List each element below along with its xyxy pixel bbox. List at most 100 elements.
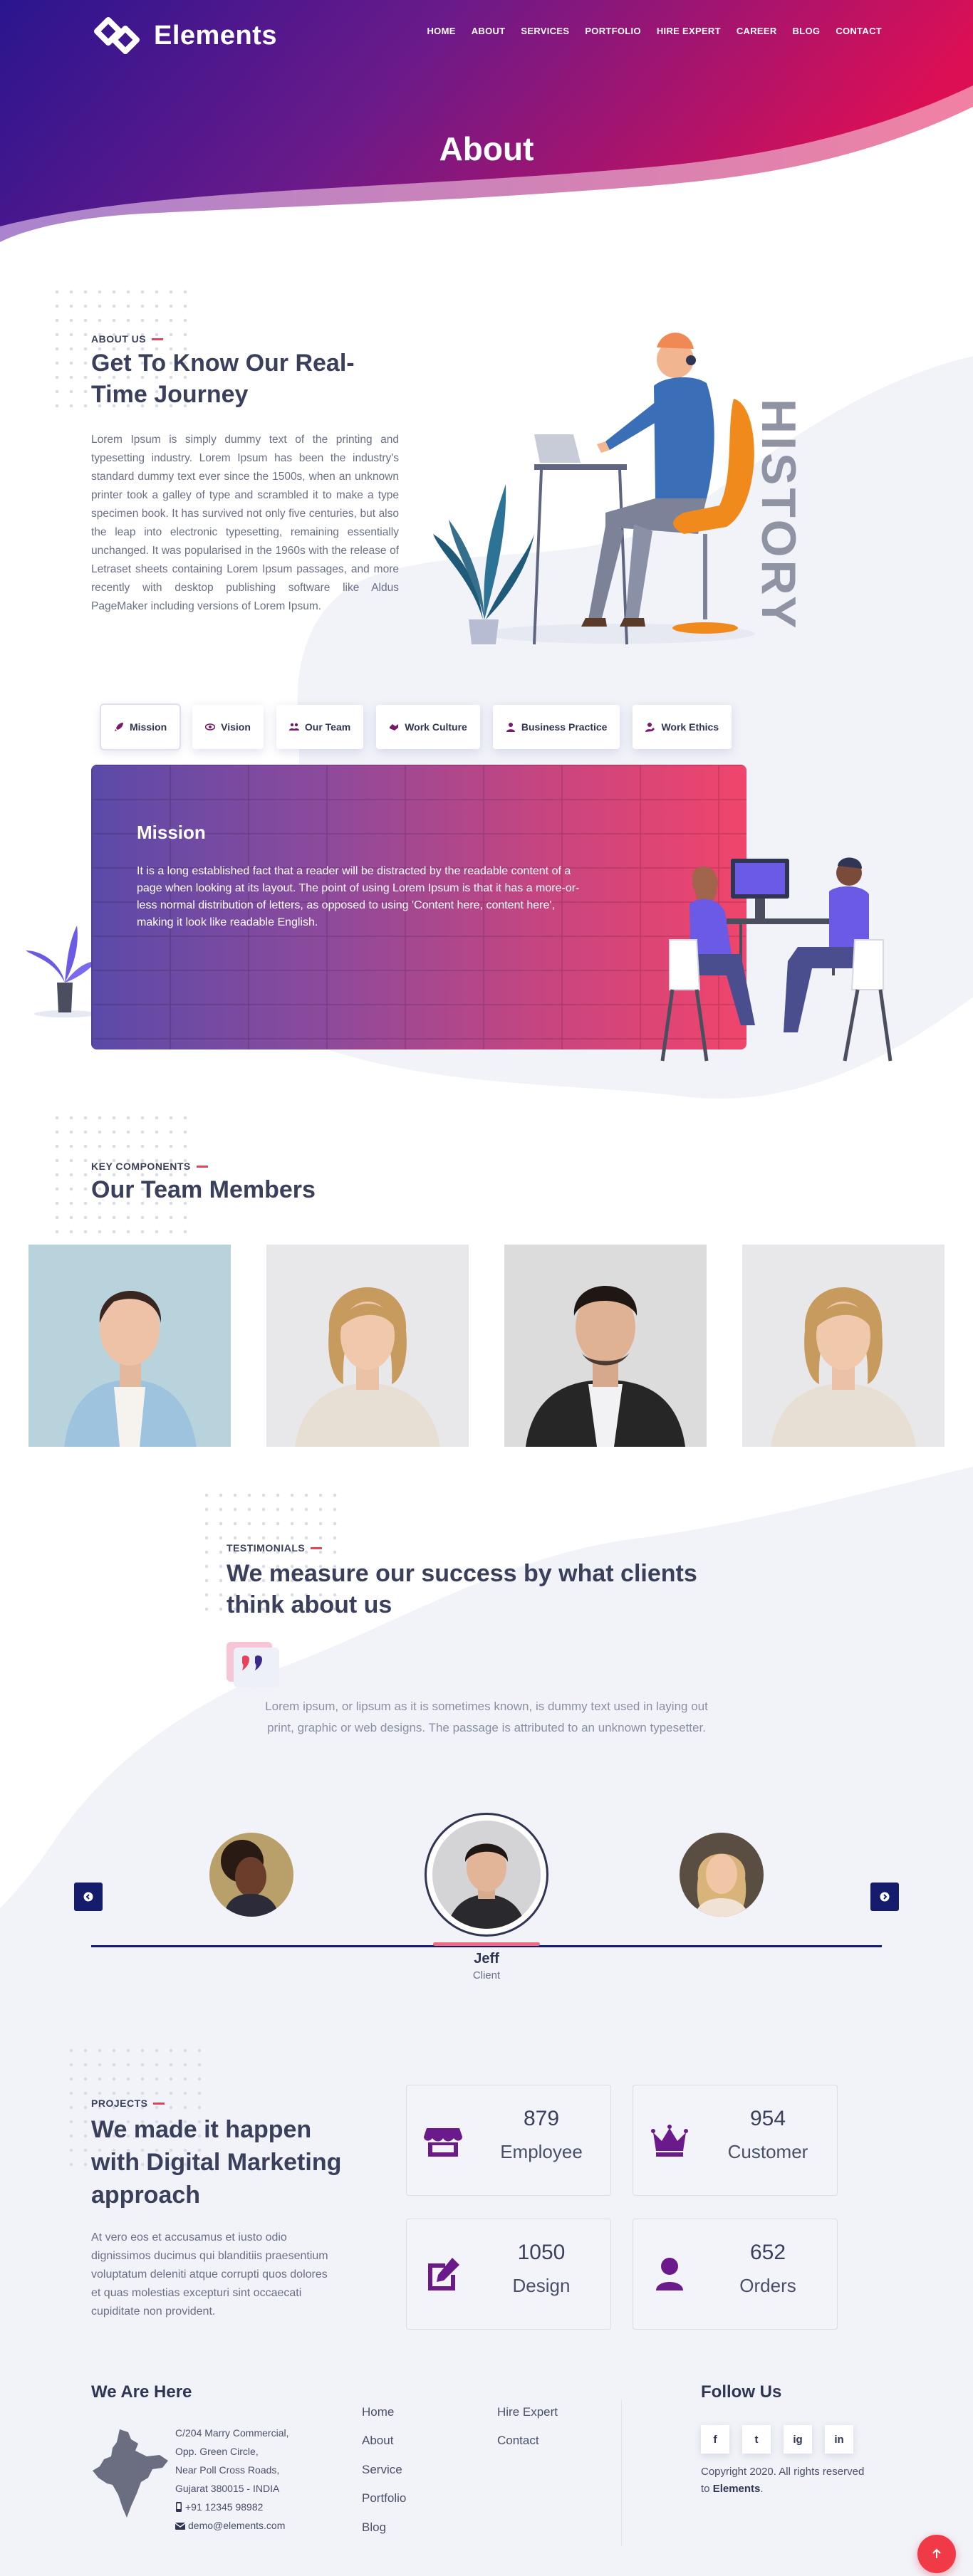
facebook-icon[interactable]: f bbox=[701, 2425, 729, 2454]
team-member-photo[interactable] bbox=[28, 1245, 231, 1447]
brand-name: Elements bbox=[154, 20, 277, 51]
tab-work-culture[interactable]: Work Culture bbox=[376, 705, 480, 749]
stat-value: 1050 bbox=[517, 2241, 566, 2264]
testimonial-text: Lorem ipsum, or lipsum as it is sometime… bbox=[265, 1700, 708, 1734]
projects-text: At vero eos et accusamus et iusto odio d… bbox=[91, 2231, 328, 2318]
nav-portfolio[interactable]: PORTFOLIO bbox=[585, 26, 641, 36]
nav-about[interactable]: ABOUT bbox=[472, 26, 506, 36]
tab-mission[interactable]: Mission bbox=[99, 703, 182, 750]
rocket-icon bbox=[115, 723, 123, 731]
footer-divider bbox=[621, 2399, 622, 2546]
client-avatar[interactable] bbox=[209, 1833, 293, 1917]
projects-title: We made it happen with Digital Marketing… bbox=[91, 2116, 342, 2209]
history-word: HISTORY bbox=[751, 399, 798, 632]
stat-label: Orders bbox=[739, 2275, 796, 2296]
client-role: Client bbox=[472, 1969, 501, 1981]
instagram-icon[interactable]: ig bbox=[784, 2425, 812, 2454]
footer-link-contact[interactable]: Contact bbox=[497, 2434, 539, 2448]
about-tabs: Mission Vision Our Team Work Culture Bus… bbox=[99, 703, 732, 750]
copyright-suffix: . bbox=[760, 2483, 764, 2495]
tab-mission-label: Mission bbox=[130, 721, 167, 733]
user-icon bbox=[656, 2258, 683, 2290]
footer-link-portfolio[interactable]: Portfolio bbox=[362, 2491, 406, 2506]
team-member-photo[interactable] bbox=[742, 1245, 945, 1447]
tab-vision-label: Vision bbox=[221, 721, 251, 733]
tab-business-practice-label: Business Practice bbox=[521, 721, 608, 733]
hero-banner: Elements HOME ABOUT SERVICES PORTFOLIO H… bbox=[0, 0, 973, 271]
about-text: Lorem Ipsum is simply dummy text of the … bbox=[91, 434, 399, 612]
testimonials-title: We measure our success by what clients t… bbox=[227, 1560, 697, 1618]
stat-card-design: 1050 Design bbox=[406, 2219, 611, 2330]
about-title: Get To Know Our Real-Time Journey bbox=[91, 350, 355, 408]
team-member-photo[interactable] bbox=[504, 1245, 707, 1447]
team-member-photo[interactable] bbox=[266, 1245, 469, 1447]
stat-value: 879 bbox=[523, 2107, 560, 2130]
india-map-icon bbox=[93, 2429, 168, 2518]
prev-testimonial-button[interactable] bbox=[74, 1883, 103, 1911]
mobile-icon bbox=[176, 2502, 182, 2512]
footer-link-hire-expert[interactable]: Hire Expert bbox=[497, 2405, 558, 2419]
nav-home[interactable]: HOME bbox=[427, 26, 455, 36]
stat-value: 652 bbox=[749, 2241, 786, 2264]
nav-blog[interactable]: BLOG bbox=[793, 26, 821, 36]
stat-label: Employee bbox=[500, 2141, 583, 2162]
tab-business-practice[interactable]: Business Practice bbox=[492, 705, 620, 749]
client-avatar-active[interactable] bbox=[425, 1813, 548, 1937]
users-icon bbox=[288, 723, 299, 731]
nav-hire-expert[interactable]: HIRE EXPERT bbox=[657, 26, 721, 36]
projects-label: PROJECTS bbox=[91, 2098, 165, 2109]
mission-text: It is a long established fact that a rea… bbox=[137, 865, 580, 928]
chevron-left-icon bbox=[83, 1892, 93, 1902]
nav-services[interactable]: SERVICES bbox=[521, 26, 569, 36]
footer-link-about[interactable]: About bbox=[362, 2434, 393, 2448]
edit-icon bbox=[428, 2258, 459, 2290]
tab-work-ethics[interactable]: Work Ethics bbox=[633, 705, 732, 749]
tab-work-ethics-label: Work Ethics bbox=[661, 721, 719, 733]
testimonials-label: TESTIMONIALS bbox=[227, 1542, 322, 1554]
linkedin-icon[interactable]: in bbox=[825, 2425, 853, 2454]
envelope-icon bbox=[175, 2523, 185, 2530]
team-label: KEY COMPONENTS bbox=[91, 1161, 208, 1172]
logo-icon bbox=[94, 17, 140, 54]
mission-panel: Mission It is a long established fact th… bbox=[91, 765, 746, 1049]
arrow-up-icon bbox=[932, 2548, 941, 2558]
tab-work-culture-label: Work Culture bbox=[405, 721, 467, 733]
page-title: About bbox=[439, 130, 534, 167]
copyright-brand[interactable]: Elements bbox=[713, 2483, 761, 2495]
about-label: ABOUT US bbox=[91, 333, 163, 345]
tab-vision[interactable]: Vision bbox=[192, 705, 264, 749]
address-line: C/204 Marry Commercial, bbox=[175, 2427, 289, 2439]
footer-link-service[interactable]: Service bbox=[362, 2463, 402, 2477]
team-title: Our Team Members bbox=[91, 1176, 316, 1203]
twitter-icon[interactable]: t bbox=[742, 2425, 771, 2454]
next-testimonial-button[interactable] bbox=[870, 1883, 899, 1911]
tab-our-team[interactable]: Our Team bbox=[276, 705, 364, 749]
email-address: demo@elements.com bbox=[188, 2520, 286, 2531]
stat-card-orders: 652 Orders bbox=[633, 2219, 838, 2330]
address-line: Opp. Green Circle, bbox=[175, 2446, 259, 2457]
chevron-right-icon bbox=[880, 1892, 890, 1902]
team-desk-illustration bbox=[660, 857, 893, 1062]
stat-label: Design bbox=[512, 2275, 571, 2296]
member-portrait bbox=[504, 1245, 707, 1447]
phone-row[interactable]: +91 12345 98982 bbox=[175, 2498, 288, 2516]
user-edit-icon bbox=[645, 723, 655, 732]
nav-career[interactable]: CAREER bbox=[737, 26, 777, 36]
stat-card-employee: 879 Employee bbox=[406, 2085, 611, 2196]
footer-link-blog[interactable]: Blog bbox=[362, 2520, 386, 2535]
mission-title: Mission bbox=[137, 822, 206, 843]
stat-card-customer: 954 Customer bbox=[633, 2085, 838, 2196]
client-avatar[interactable] bbox=[680, 1833, 764, 1917]
plant-illustration bbox=[26, 926, 97, 1017]
address-block: C/204 Marry Commercial, Opp. Green Circl… bbox=[175, 2424, 288, 2535]
we-are-here-title: We Are Here bbox=[91, 2382, 192, 2402]
footer-link-home[interactable]: Home bbox=[362, 2405, 394, 2419]
testimonial-slider-indicator bbox=[433, 1942, 540, 1946]
history-illustration: HISTORY bbox=[433, 333, 798, 645]
brand-logo[interactable]: Elements bbox=[94, 16, 277, 56]
scroll-to-top-button[interactable] bbox=[917, 2535, 956, 2573]
nav-contact[interactable]: CONTACT bbox=[836, 26, 882, 36]
email-row[interactable]: demo@elements.com bbox=[175, 2516, 288, 2535]
main-nav: HOME ABOUT SERVICES PORTFOLIO HIRE EXPER… bbox=[427, 26, 882, 36]
quote-icon bbox=[227, 1642, 279, 1690]
